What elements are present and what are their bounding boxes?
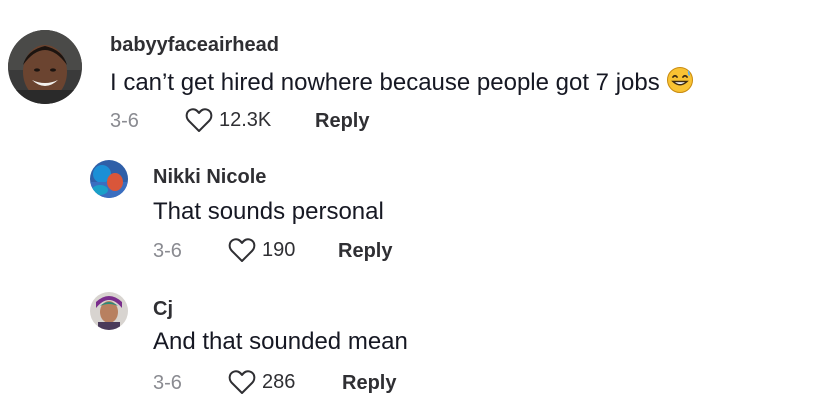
reply-comment-2: Cj And that sounded mean 3-6 286 Reply (0, 280, 831, 404)
avatar[interactable] (8, 30, 82, 104)
reply-button[interactable]: Reply (338, 240, 392, 263)
comment-text: And that sounded mean (153, 328, 408, 355)
comment-text-content: I can’t get hired nowhere because people… (110, 68, 660, 96)
heart-outline-icon (228, 369, 256, 395)
like-count: 12.3K (219, 108, 272, 131)
username[interactable]: babyyfaceairhead (110, 34, 279, 57)
avatar[interactable] (90, 160, 128, 198)
comment-date: 3-6 (153, 372, 182, 394)
avatar-image (90, 160, 128, 198)
heart-outline-icon (228, 237, 256, 263)
reply-button[interactable]: Reply (342, 372, 396, 395)
grinning-sweat-emoji-icon (666, 66, 694, 101)
reply-comment-1: Nikki Nicole That sounds personal 3-6 19… (0, 150, 831, 280)
like-count: 190 (262, 238, 296, 261)
reply-button[interactable]: Reply (315, 110, 369, 133)
comment-date: 3-6 (153, 240, 182, 262)
like-button[interactable]: 12.3K (185, 106, 271, 134)
username[interactable]: Nikki Nicole (153, 166, 266, 189)
like-count: 286 (262, 370, 296, 393)
comment-1: babyyfaceairhead I can’t get hired nowhe… (0, 0, 831, 150)
comment-date: 3-6 (110, 110, 139, 132)
avatar-image (90, 292, 128, 330)
like-button[interactable]: 190 (228, 236, 295, 264)
comment-text: That sounds personal (153, 198, 384, 225)
avatar[interactable] (90, 292, 128, 330)
avatar-image (8, 30, 82, 104)
username[interactable]: Cj (153, 298, 173, 321)
comment-text: I can’t get hired nowhere because people… (110, 66, 694, 101)
like-button[interactable]: 286 (228, 368, 295, 396)
heart-outline-icon (185, 107, 213, 133)
